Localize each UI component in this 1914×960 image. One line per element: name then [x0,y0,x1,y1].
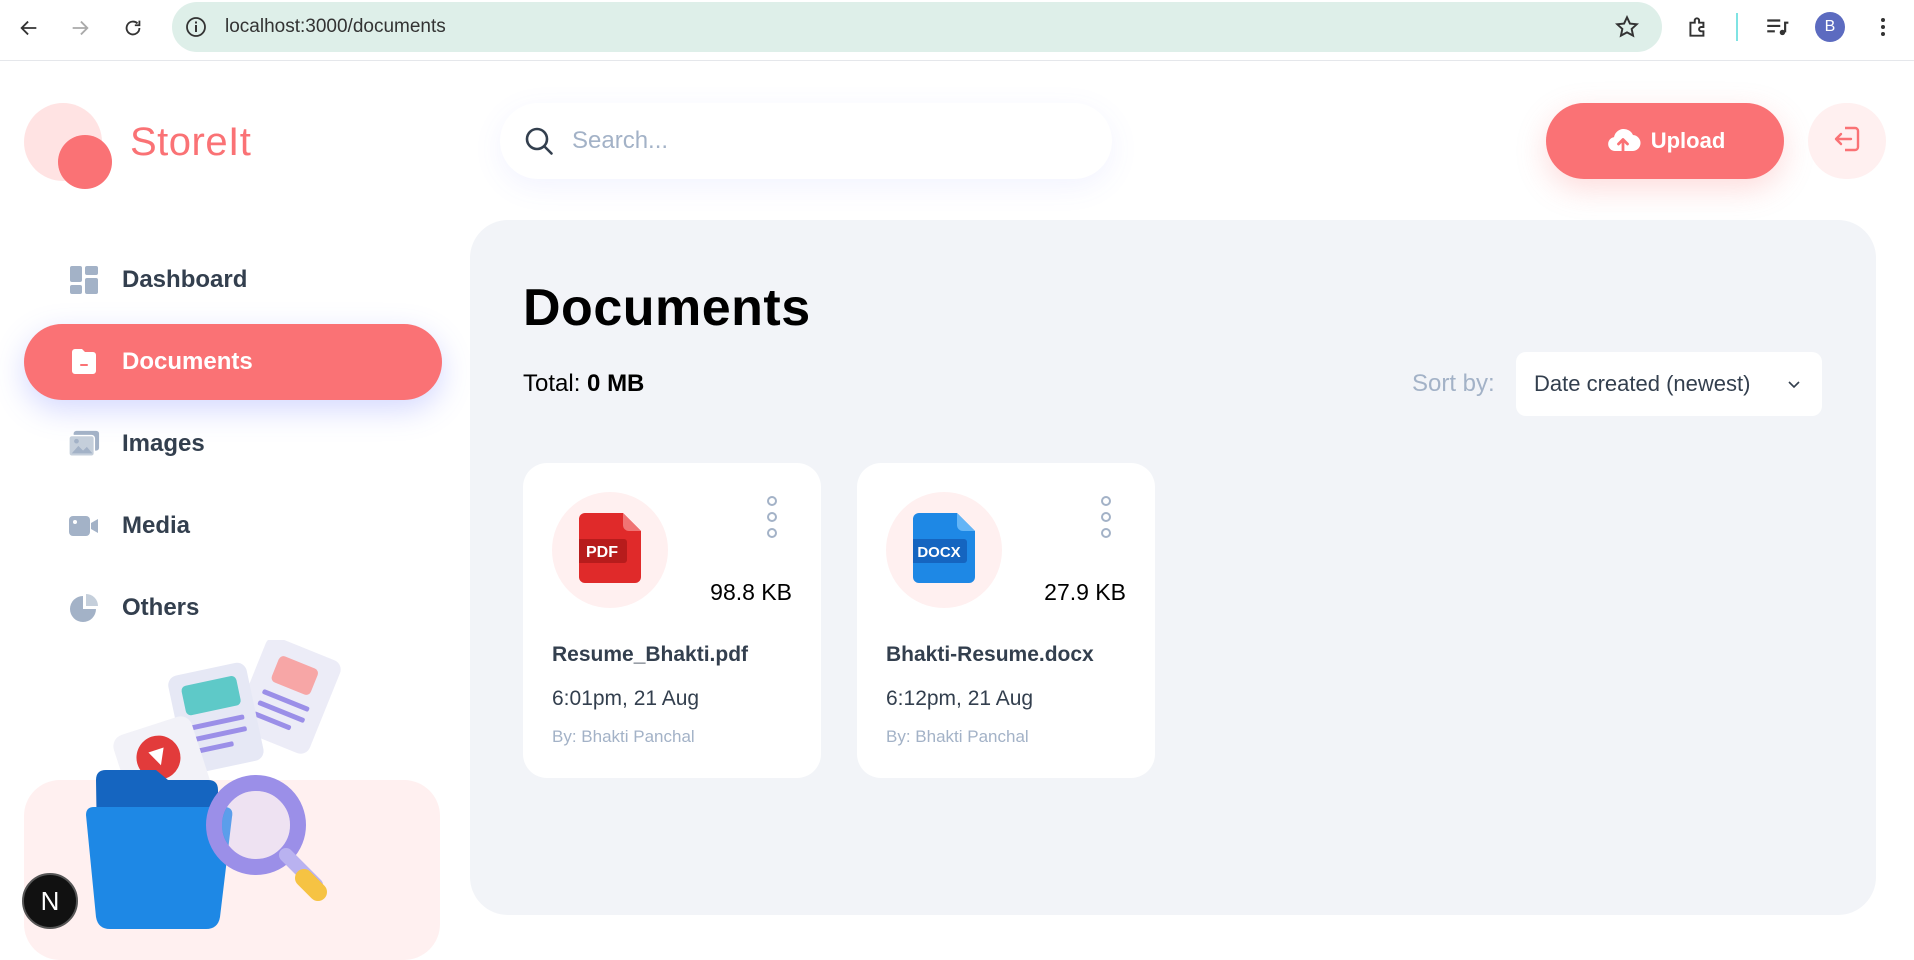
documents-icon [68,346,100,378]
toolbar-divider [1735,12,1739,42]
file-owner: By: Bhakti Panchal [552,727,695,746]
nextjs-dev-badge[interactable]: N [22,873,78,929]
upload-button[interactable]: Upload [1546,103,1784,179]
sidebar-item-label: Documents [122,348,253,375]
file-date: 6:12pm, 21 Aug [886,687,1034,710]
media-queue-icon[interactable] [1762,12,1792,42]
address-bar[interactable]: localhost:3000/documents [172,2,1662,52]
logo-circle-small [58,135,112,189]
more-vert-icon[interactable] [1868,12,1898,42]
dashboard-icon [68,264,100,296]
file-name: Bhakti-Resume.docx [886,643,1094,666]
upload-label: Upload [1650,128,1726,153]
app-logo[interactable]: StoreIt [24,103,294,193]
file-card[interactable]: DOCX 27.9 KB Bhakti-Resume.docx 6:12pm, … [857,463,1155,778]
file-name: Resume_Bhakti.pdf [552,643,749,666]
files-illustration [86,637,386,940]
file-thumbnail: PDF [552,492,668,608]
sidebar-item-label: Media [122,512,191,539]
extensions-icon[interactable] [1683,12,1713,42]
chevron-down-icon [1784,374,1804,394]
sort-selected-value: Date created (newest) [1534,371,1751,396]
file-card[interactable]: PDF 98.8 KB Resume_Bhakti.pdf 6:01pm, 21… [523,463,821,778]
sidebar-item-images[interactable]: Images [24,406,442,482]
page-title: Documents [523,279,811,337]
total-size: Total: 0 MB [523,370,644,398]
docx-file-icon: DOCX [911,512,975,588]
bookmark-star-icon[interactable] [1614,14,1640,40]
url-text: localhost:3000/documents [225,16,446,37]
total-label: Total: [523,370,581,397]
sidebar-item-media[interactable]: Media [24,488,442,564]
sidebar-item-documents[interactable]: Documents [24,324,442,400]
sort-select[interactable]: Date created (newest) [1516,352,1822,416]
file-size: 27.9 KB [1044,579,1126,605]
file-thumbnail: DOCX [886,492,1002,608]
sidebar-item-label: Others [122,594,200,621]
file-date: 6:01pm, 21 Aug [552,687,700,710]
sidebar-item-others[interactable]: Others [24,570,442,646]
pdf-file-icon: PDF [577,512,641,588]
forward-icon[interactable] [65,13,95,43]
cloud-upload-icon [1605,123,1641,159]
site-info-icon[interactable] [184,15,208,39]
brand-name: StoreIt [130,120,252,164]
file-owner: By: Bhakti Panchal [886,727,1029,746]
dev-badge-letter: N [40,885,60,916]
back-icon[interactable] [14,13,44,43]
sort-label: Sort by: [1412,370,1495,397]
images-icon [68,428,100,460]
file-type-label: DOCX [917,544,960,561]
total-value: 0 MB [587,370,645,397]
file-type-label: PDF [586,544,618,561]
search-placeholder: Search... [572,127,669,154]
file-size: 98.8 KB [710,579,792,605]
browser-toolbar: localhost:3000/documents B [0,0,1914,61]
sidebar-item-label: Dashboard [122,266,248,293]
others-icon [68,592,100,624]
profile-avatar[interactable]: B [1815,12,1845,42]
media-icon [68,510,100,542]
search-input[interactable]: Search... [500,103,1112,179]
logout-button[interactable] [1808,103,1886,179]
sidebar-item-label: Images [122,430,205,457]
sidebar-item-dashboard[interactable]: Dashboard [24,242,442,318]
logout-icon [1831,123,1863,160]
reload-icon[interactable] [118,13,148,43]
sidebar-nav: Dashboard Documents Images Media Others [24,242,442,652]
more-options-icon[interactable] [1099,495,1113,539]
more-options-icon[interactable] [765,495,779,539]
search-icon [522,124,556,158]
